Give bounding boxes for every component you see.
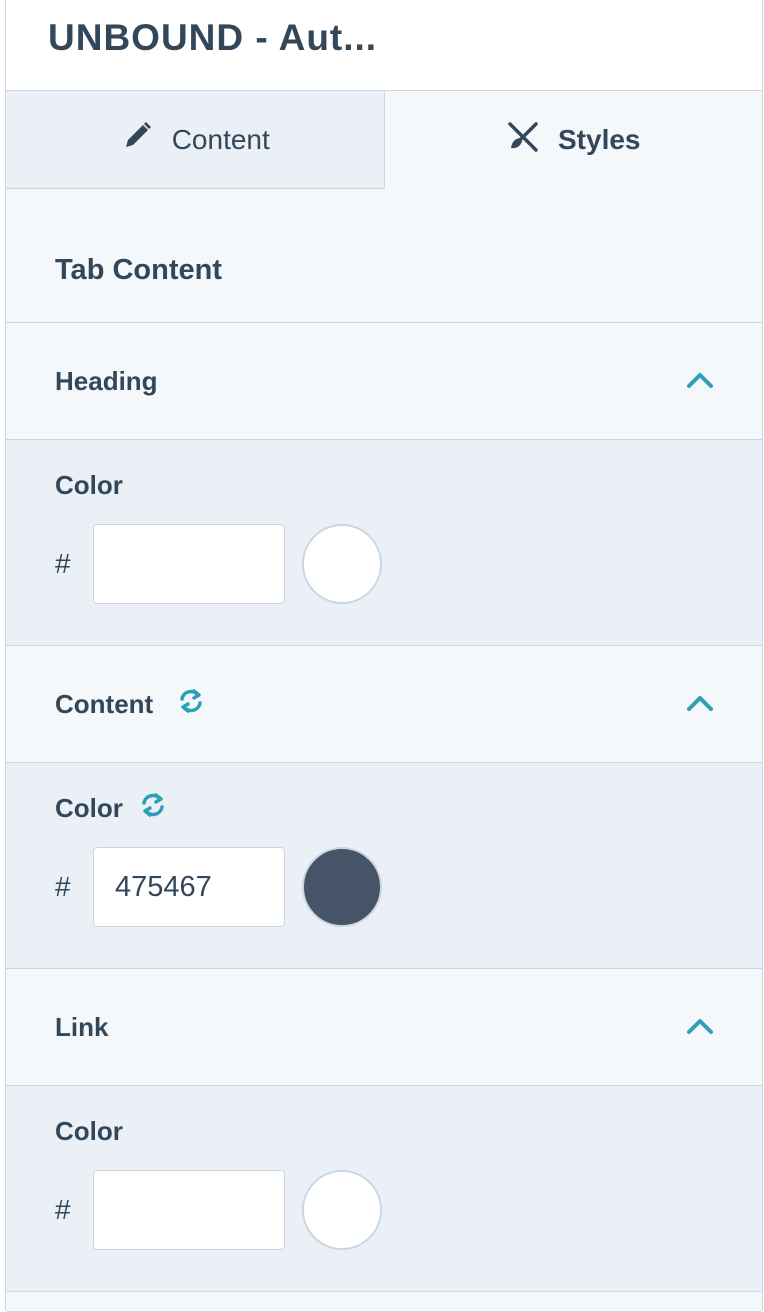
heading-color-input[interactable] — [93, 524, 285, 604]
color-label: Color — [55, 1115, 123, 1146]
link-color-input[interactable] — [93, 1170, 285, 1250]
sync-icon[interactable] — [177, 687, 205, 722]
color-picker-row: # — [55, 1170, 762, 1250]
accordion-title: Content — [55, 688, 154, 719]
section-title: Tab Content — [6, 189, 762, 323]
panel-header: UNBOUND - Aut... — [6, 0, 762, 91]
accordion-title: Link — [55, 1011, 109, 1042]
hash-symbol: # — [55, 1194, 71, 1225]
accordion-link-body: Color # — [6, 1086, 762, 1292]
tab-styles[interactable]: Styles — [384, 91, 762, 189]
accordion-content-body: Color # — [6, 763, 762, 969]
module-title: UNBOUND - Aut... — [48, 17, 378, 58]
tab-bar: Content Styles — [6, 91, 762, 189]
field-label: Color — [55, 791, 762, 825]
sync-icon[interactable] — [139, 791, 167, 826]
heading-color-swatch[interactable] — [302, 524, 382, 604]
chevron-up-icon — [686, 366, 714, 397]
color-label: Color — [55, 792, 123, 823]
panel-divider — [6, 1292, 762, 1312]
accordion-content-header[interactable]: Content — [6, 646, 762, 763]
color-picker-row: # — [55, 524, 762, 604]
accordion-heading-body: Color # — [6, 440, 762, 646]
accordion-heading-header[interactable]: Heading — [6, 323, 762, 440]
color-label: Color — [55, 469, 123, 500]
color-picker-row: # — [55, 847, 762, 927]
chevron-up-icon — [686, 1012, 714, 1043]
pencil-icon — [120, 119, 154, 160]
link-color-swatch[interactable] — [302, 1170, 382, 1250]
chevron-up-icon — [686, 689, 714, 720]
brush-icon — [506, 120, 540, 161]
style-panel: UNBOUND - Aut... Content Styles Tab Cont… — [5, 0, 763, 1312]
tab-content-label: Content — [171, 123, 270, 155]
tab-content[interactable]: Content — [6, 91, 385, 189]
hash-symbol: # — [55, 548, 71, 579]
accordion-link-header[interactable]: Link — [6, 969, 762, 1086]
field-label: Color — [55, 468, 762, 502]
field-label: Color — [55, 1114, 762, 1148]
hash-symbol: # — [55, 871, 71, 902]
content-color-input[interactable] — [93, 847, 285, 927]
accordion-title: Heading — [55, 365, 158, 396]
tab-styles-label: Styles — [558, 124, 641, 155]
content-color-swatch[interactable] — [302, 847, 382, 927]
